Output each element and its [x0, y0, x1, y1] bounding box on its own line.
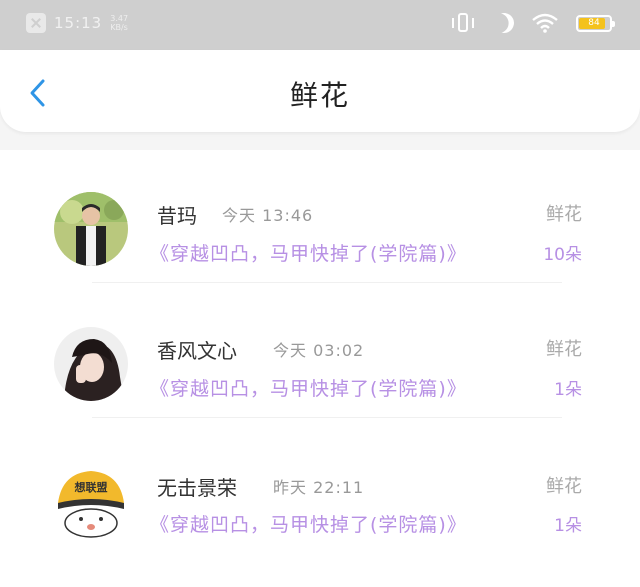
close-icon — [26, 13, 46, 33]
vibrate-icon — [450, 12, 476, 34]
divider — [92, 282, 562, 283]
avatar[interactable]: 想联盟 — [54, 465, 128, 539]
list-item[interactable]: 昔玛 今天 13:46 《穿越凹凸，马甲快掉了(学院篇)》 鲜花 10朵 — [0, 150, 640, 285]
timestamp: 今天 03:02 — [273, 341, 365, 360]
sender-name: 香风文心 — [157, 339, 237, 363]
wifi-icon — [532, 13, 558, 33]
network-speed: 3.47 KB/s — [110, 14, 129, 32]
sender-name: 昔玛 — [157, 204, 197, 228]
gift-count: 1朵 — [554, 380, 582, 400]
battery-icon: 84 — [576, 14, 615, 32]
avatar[interactable] — [54, 192, 128, 266]
gift-count: 1朵 — [554, 516, 582, 536]
battery-level: 84 — [588, 17, 600, 28]
book-title-link[interactable]: 《穿越凹凸，马甲快掉了(学院篇)》 — [150, 374, 467, 401]
flower-list: 昔玛 今天 13:46 《穿越凹凸，马甲快掉了(学院篇)》 鲜花 10朵 香风文… — [0, 150, 640, 587]
divider — [92, 417, 562, 418]
gift-type: 鲜花 — [546, 476, 582, 497]
timestamp: 昨天 22:11 — [273, 478, 365, 497]
timestamp: 今天 13:46 — [222, 206, 314, 225]
status-left: 15:13 3.47 KB/s — [26, 13, 132, 33]
page-title: 鲜花 — [289, 79, 350, 112]
avatar[interactable] — [54, 327, 128, 401]
moon-icon — [491, 10, 517, 36]
avatar-helmet-text: 想联盟 — [74, 480, 108, 494]
list-item[interactable]: 香风文心 今天 03:02 《穿越凹凸，马甲快掉了(学院篇)》 鲜花 1朵 — [0, 285, 640, 420]
book-title-link[interactable]: 《穿越凹凸，马甲快掉了(学院篇)》 — [150, 510, 467, 537]
gift-type: 鲜花 — [546, 339, 582, 360]
app-header: 鲜花 — [0, 50, 640, 132]
status-time: 15:13 — [54, 14, 103, 32]
status-bar: 15:13 3.47 KB/s 84 — [0, 0, 640, 50]
gift-count: 10朵 — [543, 245, 582, 265]
status-right: 84 — [450, 10, 615, 36]
list-item[interactable]: 想联盟 无击景荣 昨天 22:11 《穿越凹凸，马甲快掉了(学院篇)》 鲜花 1… — [0, 420, 640, 555]
book-title-link[interactable]: 《穿越凹凸，马甲快掉了(学院篇)》 — [150, 239, 467, 266]
sender-name: 无击景荣 — [157, 476, 237, 500]
battery-cap — [612, 20, 615, 27]
gift-type: 鲜花 — [546, 204, 582, 225]
